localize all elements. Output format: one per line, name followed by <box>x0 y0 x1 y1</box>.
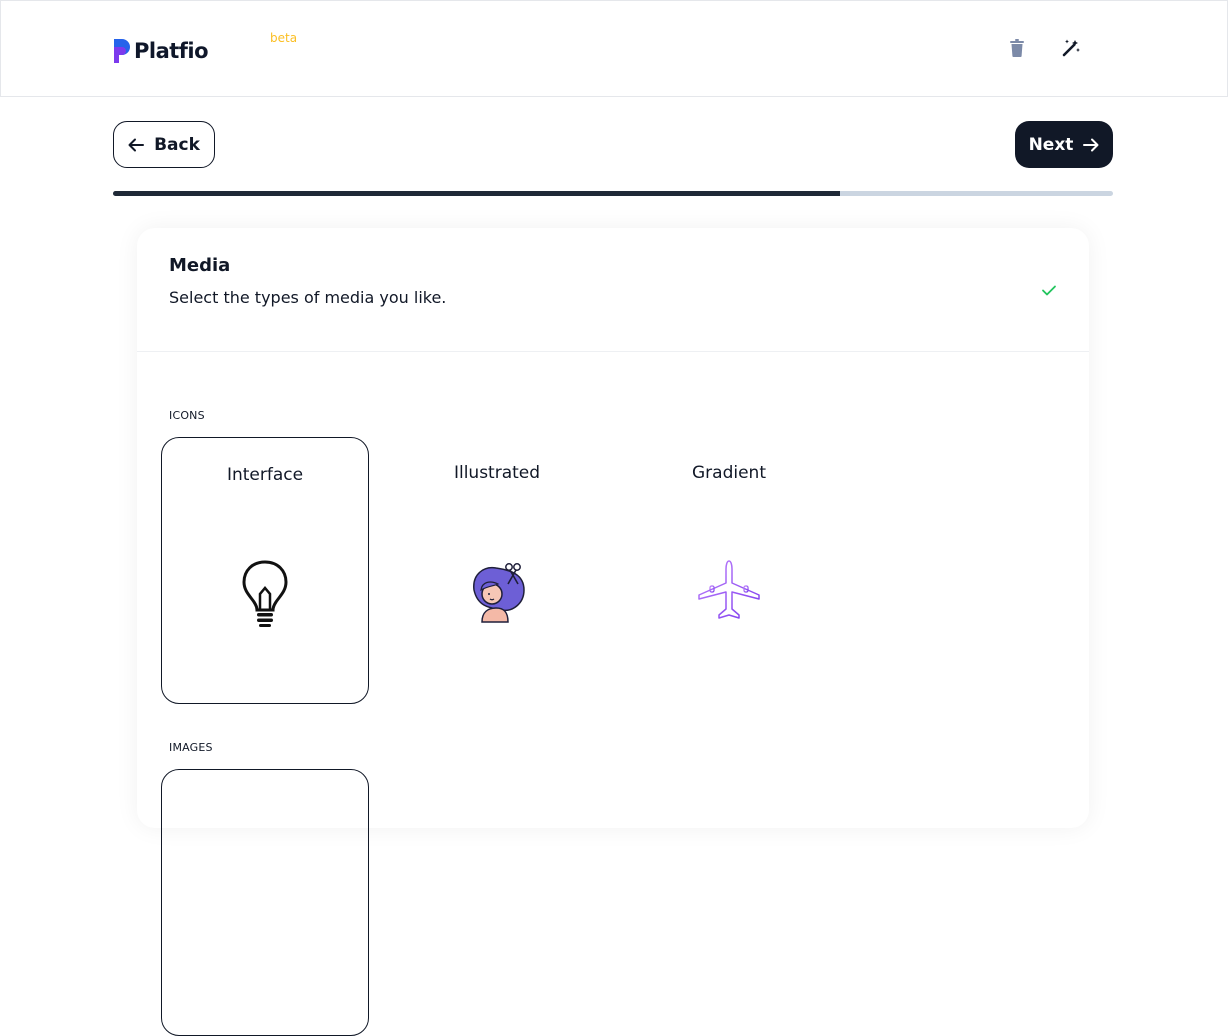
next-button-label: Next <box>1028 134 1074 155</box>
magic-wand-icon <box>1062 39 1080 57</box>
card-header: Media Select the types of media you like… <box>137 228 1089 352</box>
back-button[interactable]: Back <box>113 121 215 168</box>
tile-illustrated[interactable]: Illustrated <box>393 437 601 704</box>
tile-label: Illustrated <box>453 463 541 483</box>
check-icon <box>1042 285 1056 296</box>
tile-label: Gradient <box>692 463 766 483</box>
beta-badge: beta <box>270 31 298 45</box>
progress-bar <box>113 191 1113 196</box>
logo-mark-icon <box>114 39 130 63</box>
progress-fill <box>113 191 840 196</box>
media-card: Media Select the types of media you like… <box>137 228 1089 1036</box>
section-label-icons: ICONS <box>169 409 205 422</box>
magic-wand-button[interactable] <box>1060 37 1082 59</box>
next-button[interactable]: Next <box>1015 121 1113 168</box>
section-label-images: IMAGES <box>169 741 213 754</box>
arrow-right-icon <box>1083 138 1099 151</box>
trash-icon <box>1010 39 1024 57</box>
tile-gradient[interactable]: Gradient <box>625 437 833 704</box>
logo[interactable]: Platfio <box>114 37 209 65</box>
top-bar: Platfio beta <box>0 0 1228 97</box>
tile-label: Interface <box>226 465 304 485</box>
tile-interface[interactable]: Interface <box>161 437 369 704</box>
airplane-icon <box>694 557 764 627</box>
lightbulb-icon <box>230 558 300 628</box>
trash-button[interactable] <box>1006 37 1028 59</box>
card-subtitle: Select the types of media you like. <box>169 288 447 307</box>
logo-text: Platfio <box>134 39 209 63</box>
arrow-left-icon <box>128 138 145 151</box>
tile-image-first[interactable] <box>161 769 369 1036</box>
back-button-label: Back <box>154 134 200 155</box>
card-title: Media <box>169 255 231 276</box>
woman-scissors-illustration-icon <box>462 557 532 627</box>
